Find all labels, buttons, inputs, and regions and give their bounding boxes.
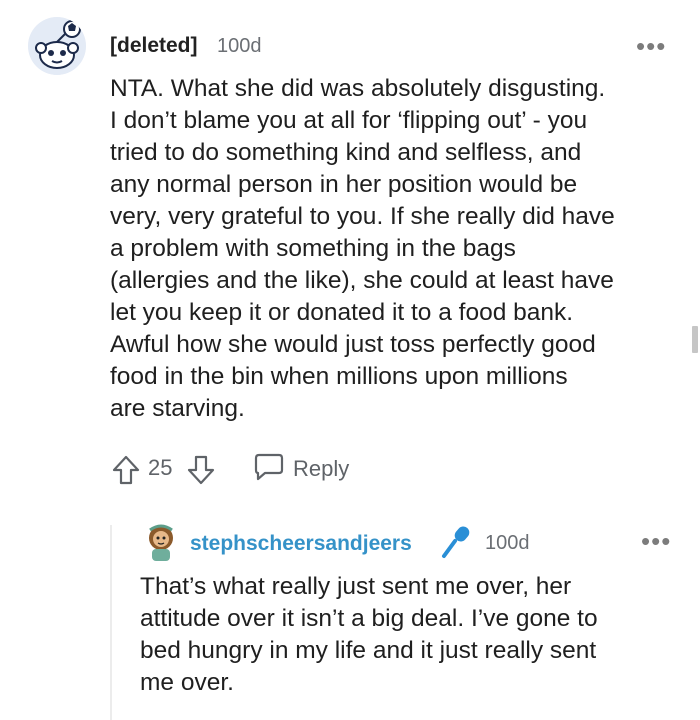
upvote-arrow-icon[interactable] xyxy=(111,454,141,486)
snoo-avatar-icon[interactable] xyxy=(28,17,86,75)
reply-author[interactable]: stephscheersandjeers xyxy=(190,532,412,556)
more-options-icon[interactable]: ••• xyxy=(636,33,666,59)
comment-body-line: Awful how she would just toss perfectly … xyxy=(110,331,596,358)
comment-body-line: are starving. xyxy=(110,395,245,422)
reply-body-line: attitude over it isn’t a big deal. I’ve … xyxy=(140,605,598,632)
comment-body: NTA. What she did was absolutely disgust… xyxy=(110,73,685,425)
comment-body-line: I don’t blame you at all for ‘flipping o… xyxy=(110,107,588,134)
reply-body-line: me over. xyxy=(140,669,234,696)
thread-line[interactable] xyxy=(110,525,112,720)
comment-body-line: very, very grateful to you. If she reall… xyxy=(110,203,615,230)
downvote-arrow-icon[interactable] xyxy=(186,454,216,486)
reply-age: 100d xyxy=(485,532,530,554)
comment-body-line: let you keep it or donated it to a food … xyxy=(110,299,574,326)
comment-body-line: food in the bin when millions upon milli… xyxy=(110,363,568,390)
comment-age: 100d xyxy=(217,35,262,57)
microphone-icon xyxy=(440,524,472,560)
reply-button[interactable]: Reply xyxy=(253,452,349,486)
comment-body-line: a problem with something in the bags xyxy=(110,235,516,262)
reply-label: Reply xyxy=(293,456,350,481)
comment-body-line: tried to do something kind and selfless,… xyxy=(110,139,582,166)
more-options-icon[interactable]: ••• xyxy=(641,528,671,554)
comment-body-line: any normal person in her position would … xyxy=(110,171,578,198)
scrollbar-thumb[interactable] xyxy=(692,326,698,353)
reply-body-line: That’s what really just sent me over, he… xyxy=(140,573,572,600)
comment-author[interactable]: [deleted] xyxy=(110,34,198,58)
reply-body: That’s what really just sent me over, he… xyxy=(140,571,685,699)
vote-score: 25 xyxy=(148,455,173,480)
user-avatar-icon[interactable] xyxy=(142,522,180,564)
speech-bubble-icon xyxy=(253,452,285,487)
reply-body-line: bed hungry in my life and it just really… xyxy=(140,637,597,664)
comment-body-line: (allergies and the like), she could at l… xyxy=(110,267,614,294)
comment-body-line: NTA. What she did was absolutely disgust… xyxy=(110,75,606,102)
